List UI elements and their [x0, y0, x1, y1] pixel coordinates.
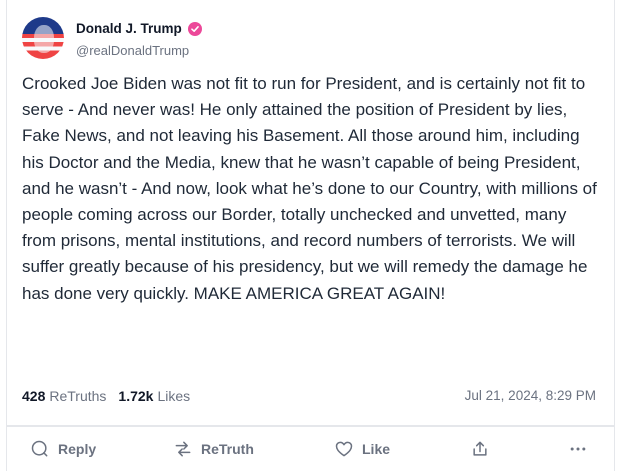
- likes-count: 1.72k: [118, 388, 154, 404]
- author-name-row: Donald J. Trump: [76, 21, 202, 36]
- reply-button[interactable]: Reply: [30, 439, 96, 459]
- retruths-label: ReTruths: [49, 388, 107, 404]
- reply-bubble-icon: [31, 440, 48, 457]
- more-button[interactable]: [568, 439, 588, 459]
- author-name[interactable]: Donald J. Trump: [76, 21, 182, 36]
- reply-label: Reply: [58, 441, 97, 457]
- retruths-count: 428: [22, 388, 46, 404]
- retruths-stat[interactable]: 428 ReTruths: [22, 388, 106, 404]
- post-actions: Reply ReTruth Like: [30, 439, 600, 463]
- share-button[interactable]: [470, 439, 490, 459]
- heart-icon: [335, 441, 353, 457]
- share-icon: [473, 441, 487, 456]
- retruth-button[interactable]: ReTruth: [173, 439, 254, 459]
- avatar-portrait: [34, 25, 54, 53]
- post-text: Crooked Joe Biden was not fit to run for…: [22, 74, 597, 303]
- retruth-label: ReTruth: [201, 441, 254, 457]
- author-handle[interactable]: @realDonaldTrump: [76, 43, 189, 58]
- post-timestamp[interactable]: Jul 21, 2024, 8:29 PM: [465, 388, 596, 403]
- like-button[interactable]: Like: [334, 439, 390, 459]
- retruth-arrows-icon: [175, 441, 191, 457]
- author-avatar[interactable]: [22, 17, 64, 59]
- post-stats: 428 ReTruths 1.72k Likes: [22, 388, 190, 404]
- more-dots-icon: [570, 447, 586, 451]
- likes-label: Likes: [157, 388, 191, 404]
- like-label: Like: [362, 441, 391, 457]
- verified-badge-icon: [187, 21, 202, 36]
- likes-stat[interactable]: 1.72k Likes: [118, 388, 190, 404]
